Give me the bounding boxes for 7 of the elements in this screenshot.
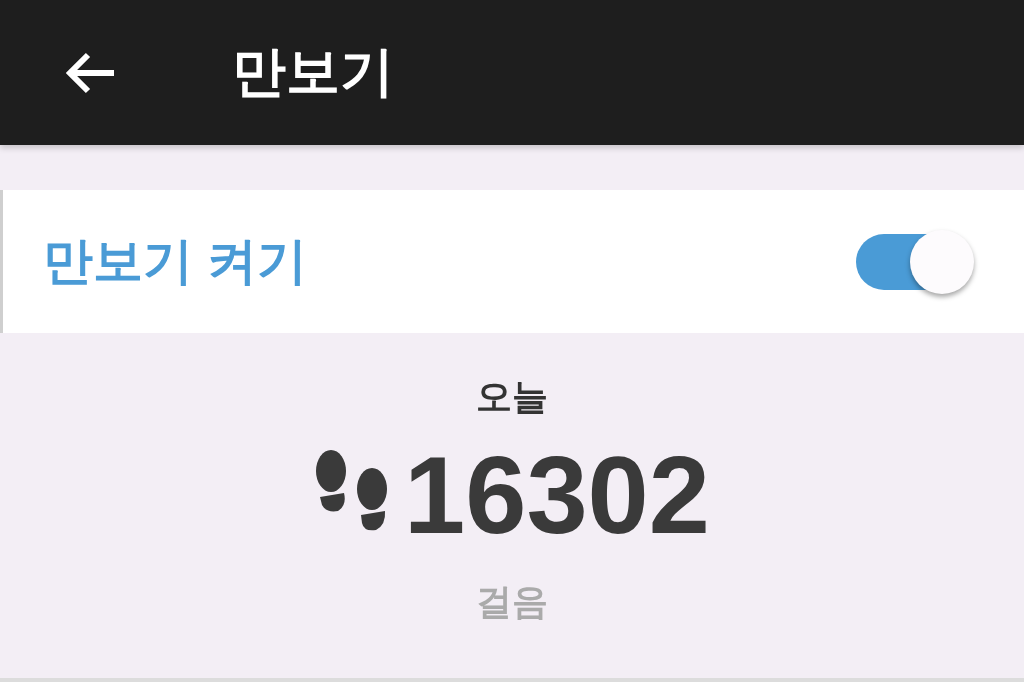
toggle-switch[interactable]: [856, 229, 974, 294]
back-arrow-icon: [64, 50, 116, 95]
screen-title: 만보기: [232, 40, 394, 103]
today-label: 오늘: [476, 375, 548, 419]
steps-unit: 걸음: [476, 580, 548, 624]
setting-label: 만보기 켜기: [43, 232, 307, 291]
step-count: 16302: [404, 440, 710, 550]
